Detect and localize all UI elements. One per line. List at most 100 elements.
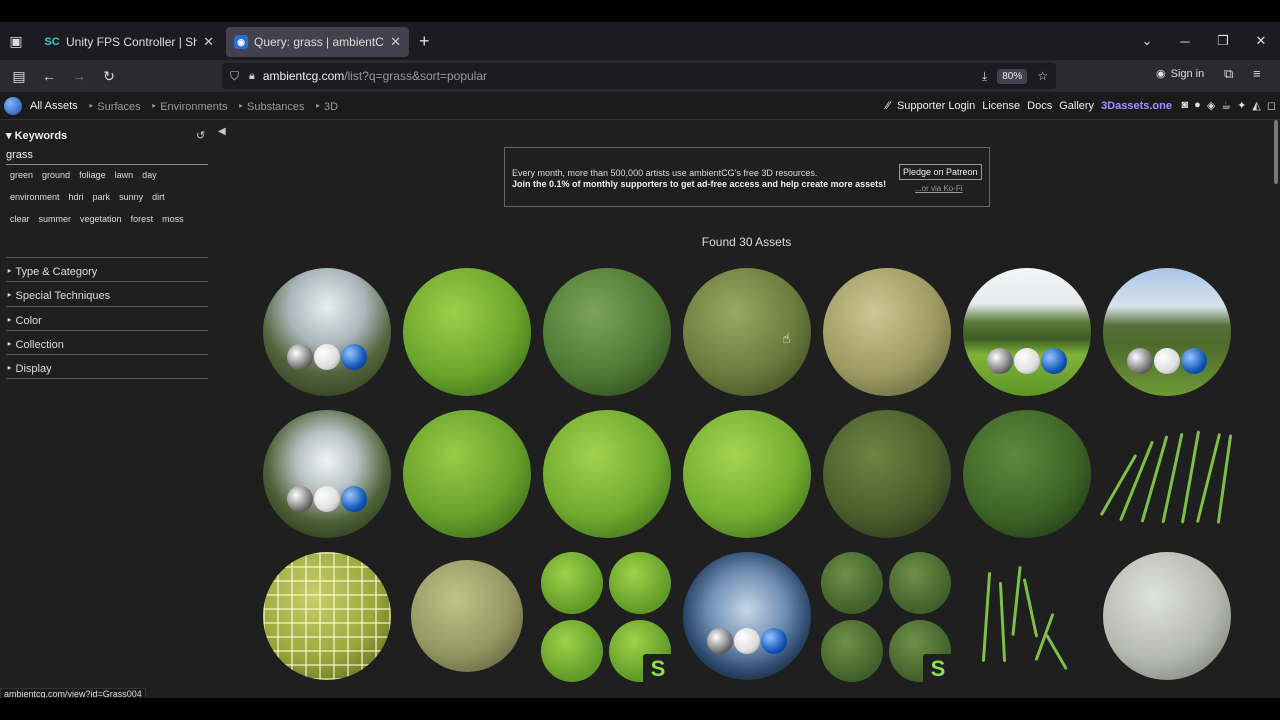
sign-in-button[interactable]: ◉ Sign in [1156, 67, 1204, 81]
nav-surfaces[interactable]: ‣ Surfaces [88, 100, 141, 113]
tag-green[interactable]: green [6, 166, 38, 188]
license-link[interactable]: License [982, 100, 1020, 112]
nav-environments[interactable]: ‣ Environments [151, 100, 228, 113]
download-page-icon[interactable]: ⤓ [982, 69, 987, 84]
kofi-link[interactable]: ...or via Ko-Fi [915, 184, 963, 193]
asset-thumbnail[interactable] [543, 268, 671, 396]
tag-dirt[interactable]: dirt [148, 188, 170, 210]
bluesky-icon[interactable]: ✦ [1237, 99, 1246, 112]
close-window-icon[interactable]: ✕ [1242, 33, 1280, 49]
grass-blade [1216, 434, 1233, 524]
menu-icon[interactable]: ≡ [1253, 66, 1261, 81]
sidebar-toggle-icon[interactable]: ▤ [4, 61, 34, 91]
asset-thumbnail[interactable] [1099, 410, 1233, 538]
keyword-search-input[interactable]: grass [6, 149, 208, 165]
asset-thumbnail[interactable] [263, 268, 391, 396]
special-techniques-section[interactable]: ‣ Special Techniques [6, 281, 208, 305]
asset-thumbnail[interactable] [543, 410, 671, 538]
shield-icon[interactable]: ⛉ [230, 69, 239, 84]
forward-icon[interactable]: → [64, 61, 94, 91]
tag-ground[interactable]: ground [38, 166, 75, 188]
asset-thumbnail[interactable] [1103, 268, 1231, 396]
address-bar[interactable]: ⛉ 🔒︎ ambientcg.com/list?q=grass&sort=pop… [222, 63, 1056, 89]
type-category-section[interactable]: ‣ Type & Category [6, 257, 208, 281]
zoom-level[interactable]: 80% [997, 68, 1028, 84]
grass-blade [1195, 433, 1222, 523]
asset-thumbnail[interactable] [263, 552, 391, 680]
section-label: Display [15, 363, 52, 375]
page-scrollbar[interactable] [1274, 120, 1278, 184]
section-label: Collection [15, 339, 64, 351]
3dassets-one-link[interactable]: 3Dassets.one [1101, 100, 1172, 112]
asset-thumbnail[interactable] [1103, 552, 1231, 680]
asset-thumbnail[interactable] [823, 268, 951, 396]
tab-unity-fps[interactable]: SC Unity FPS Controller | Sharp Co ✕ [36, 27, 222, 57]
close-tab-icon[interactable]: ✕ [390, 34, 401, 50]
back-icon[interactable]: ← [34, 61, 64, 91]
new-tab-icon[interactable]: + [419, 31, 430, 52]
asset-thumbnail[interactable] [263, 410, 391, 538]
pledge-patreon-button[interactable]: Pledge on Patreon [899, 164, 982, 180]
color-section[interactable]: ‣ Color [6, 306, 208, 330]
tag-environment[interactable]: environment [6, 188, 65, 210]
tab-overflow-chevron-icon[interactable]: ⌄ [1128, 33, 1166, 49]
tag-forest[interactable]: forest [127, 210, 159, 232]
tag-lawn[interactable]: lawn [111, 166, 139, 188]
nav-label: Substances [247, 101, 305, 113]
asset-thumbnail[interactable]: S [541, 552, 673, 684]
grass-blade [1045, 633, 1068, 671]
grass-blade [998, 581, 1007, 663]
extensions-icon[interactable]: ⧉ [1224, 66, 1233, 82]
minimize-icon[interactable]: ─ [1166, 34, 1204, 49]
patreon-icon[interactable]: ● [1194, 99, 1201, 112]
asset-thumbnail[interactable] [683, 410, 811, 538]
collapse-sidebar-icon[interactable]: ◀ [218, 126, 226, 137]
kofi-icon[interactable]: ☕︎ [1221, 99, 1231, 112]
artstation-icon[interactable]: ◭ [1252, 99, 1260, 112]
asset-thumbnail[interactable] [403, 268, 531, 396]
tab-list-icon[interactable]: ▣ [0, 22, 32, 60]
nav-3d[interactable]: ‣ 3D [315, 100, 339, 113]
nav-substances[interactable]: ‣ Substances [237, 100, 304, 113]
docs-link[interactable]: Docs [1027, 100, 1052, 112]
gallery-link[interactable]: Gallery [1059, 100, 1094, 112]
asset-thumbnail[interactable] [683, 268, 811, 396]
tag-vegetation[interactable]: vegetation [76, 210, 127, 232]
ambientcg-logo-icon[interactable] [4, 97, 22, 115]
tag-day[interactable]: day [138, 166, 162, 188]
tab-ambientcg[interactable]: ◉ Query: grass | ambientCG ✕ [226, 27, 409, 57]
asset-thumbnail[interactable] [963, 410, 1091, 538]
mastodon-icon[interactable]: ◈ [1207, 99, 1215, 112]
lock-icon[interactable]: 🔒︎ [249, 70, 255, 83]
reset-icon[interactable]: ↺ [196, 129, 205, 142]
asset-thumbnail[interactable] [963, 268, 1091, 396]
nav-all-assets[interactable]: All Assets [30, 100, 78, 113]
keywords-header[interactable]: ▾ Keywords [6, 129, 67, 142]
asset-thumbnail[interactable] [823, 410, 951, 538]
asset-thumbnail[interactable] [963, 552, 1091, 680]
close-tab-icon[interactable]: ✕ [203, 34, 214, 50]
collection-section[interactable]: ‣ Collection [6, 330, 208, 354]
tag-foliage[interactable]: foliage [75, 166, 111, 188]
reload-icon[interactable]: ↻ [94, 61, 124, 91]
asset-thumbnail[interactable] [403, 410, 531, 538]
grass-sphere [543, 268, 671, 396]
instagram-icon[interactable]: ◻ [1267, 99, 1276, 112]
tag-clear[interactable]: clear [6, 210, 35, 232]
tag-hdri[interactable]: hdri [65, 188, 89, 210]
supporter-login-link[interactable]: Supporter Login [897, 100, 975, 112]
tag-moss[interactable]: moss [158, 210, 189, 232]
hdri-sphere [263, 410, 391, 538]
discord-icon[interactable]: ◙ [1182, 99, 1189, 112]
tag-summer[interactable]: summer [35, 210, 77, 232]
tab-bar: ▣ SC Unity FPS Controller | Sharp Co ✕ ◉… [0, 22, 1280, 60]
tag-sunny[interactable]: sunny [115, 188, 148, 210]
asset-thumbnail[interactable]: S [821, 552, 953, 684]
tag-park[interactable]: park [89, 188, 116, 210]
bookmark-star-icon[interactable]: ☆ [1037, 69, 1048, 83]
asset-thumbnail[interactable] [683, 552, 811, 680]
banner-line-1: Every month, more than 500,000 artists u… [512, 168, 818, 178]
restore-icon[interactable]: ❐ [1204, 33, 1242, 49]
asset-thumbnail[interactable] [411, 560, 523, 672]
display-section[interactable]: ‣ Display [6, 354, 208, 379]
